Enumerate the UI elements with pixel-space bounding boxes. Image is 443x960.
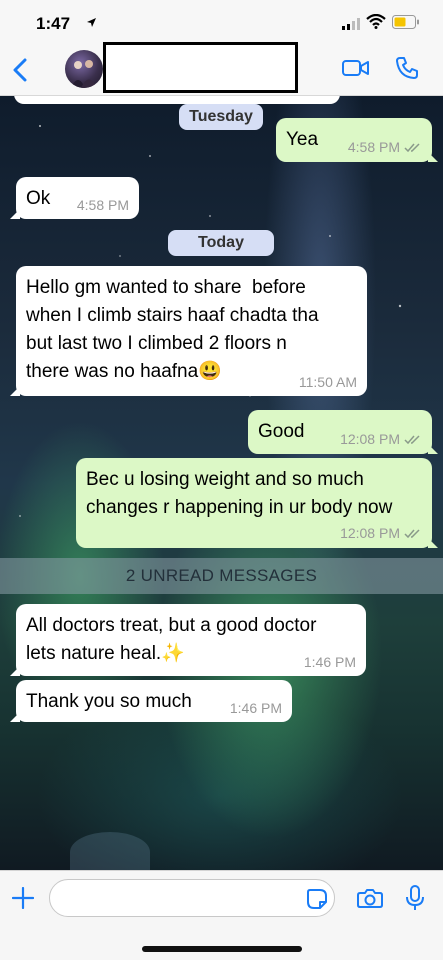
message-bubble-incoming[interactable]: All doctors treat, but a good doctor let…: [10, 604, 366, 676]
voice-call-icon[interactable]: [395, 56, 419, 85]
location-arrow-icon: [86, 15, 97, 33]
contact-name-redacted[interactable]: [103, 42, 298, 93]
message-text: Hello gm wanted to share before when I c…: [26, 277, 319, 382]
microphone-icon[interactable]: [405, 885, 425, 916]
message-bubble-partial[interactable]: [14, 96, 340, 104]
camera-icon[interactable]: [357, 887, 383, 914]
message-bubble-incoming[interactable]: Ok 4:58 PM: [10, 177, 139, 219]
message-bubble-outgoing[interactable]: Good 12:08 PM: [248, 410, 438, 454]
chat-header: [0, 42, 443, 96]
video-call-icon[interactable]: [342, 59, 370, 82]
status-bar: 1:47: [0, 0, 443, 42]
plus-icon[interactable]: [11, 886, 35, 914]
chat-message-list[interactable]: Tuesday Yea 4:58 PM Ok 4:58 PM Today Hel…: [0, 96, 443, 870]
message-time: 4:58 PM: [76, 197, 129, 213]
message-bubble-outgoing[interactable]: Yea 4:58 PM: [276, 118, 438, 162]
date-separator-tuesday: Tuesday: [179, 104, 263, 130]
wifi-icon: [366, 13, 386, 34]
message-time: 12:08 PM: [340, 524, 400, 541]
message-bubble-incoming[interactable]: Hello gm wanted to share before when I c…: [10, 266, 367, 396]
sticker-icon[interactable]: [306, 888, 328, 915]
message-bubble-incoming[interactable]: Thank you so much 1:46 PM: [10, 680, 292, 722]
message-text: Bec u losing weight and so much changes …: [86, 469, 393, 518]
back-chevron-icon[interactable]: [12, 58, 28, 87]
read-ticks-icon: [404, 526, 422, 542]
date-separator-today: Today: [168, 230, 274, 256]
signal-icon: [342, 17, 360, 35]
message-time: 1:46 PM: [229, 700, 282, 716]
home-indicator[interactable]: [142, 946, 302, 952]
message-time: 11:50 AM: [298, 374, 357, 390]
rock-silhouette: [70, 832, 150, 870]
message-time: 12:08 PM: [340, 430, 400, 447]
unread-messages-banner: 2 UNREAD MESSAGES: [0, 558, 443, 594]
battery-icon: [392, 15, 420, 34]
contact-avatar[interactable]: [65, 50, 103, 88]
message-composer: [0, 870, 443, 960]
message-time: 4:58 PM: [347, 138, 400, 155]
message-input[interactable]: [49, 879, 335, 917]
message-time: 1:46 PM: [303, 654, 356, 670]
read-ticks-icon: [404, 432, 422, 448]
status-time: 1:47: [36, 14, 71, 33]
message-bubble-outgoing[interactable]: Bec u losing weight and so much changes …: [76, 458, 438, 548]
read-ticks-icon: [404, 140, 422, 156]
